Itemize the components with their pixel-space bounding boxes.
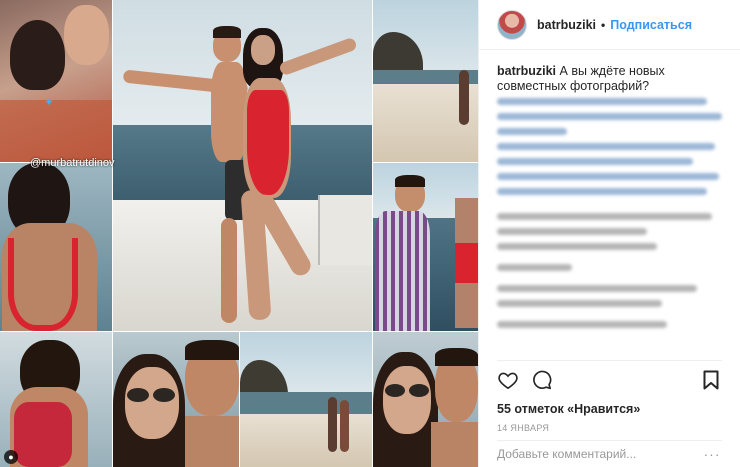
- comment-input[interactable]: [497, 447, 702, 461]
- post-sidebar: batrbuziki • Подписаться batrbuziki А вы…: [478, 0, 740, 467]
- post-header: batrbuziki • Подписаться: [479, 0, 740, 50]
- collage-photo-9: [373, 332, 478, 467]
- blurred-line: [497, 184, 722, 199]
- blurred-comment: [497, 209, 722, 224]
- follow-button[interactable]: Подписаться: [610, 18, 692, 32]
- blurred-line: [497, 154, 722, 169]
- likes-count[interactable]: 55 отметок «Нравится»: [497, 402, 722, 416]
- user-tag-icon[interactable]: ●: [4, 450, 18, 464]
- blurred-comment: [497, 260, 722, 275]
- instagram-post: ✦ @murbatrutdinov ● batrbuziki • Подписа…: [0, 0, 740, 467]
- avatar[interactable]: [497, 9, 527, 40]
- blurred-comment: [497, 224, 722, 239]
- watermark-text: @murbatrutdinov: [30, 157, 115, 169]
- post-actions: 55 отметок «Нравится» 14 ЯНВАРЯ: [497, 360, 722, 433]
- caption-and-comments: batrbuziki А вы ждёте новых совместных ф…: [479, 50, 740, 360]
- heart-icon[interactable]: [497, 369, 519, 391]
- blurred-line: [497, 139, 722, 154]
- butterfly-icon: ✦: [44, 95, 55, 109]
- blurred-line: [497, 169, 722, 184]
- collage-photo-8: [240, 332, 372, 467]
- caption: batrbuziki А вы ждёте новых совместных ф…: [497, 64, 722, 94]
- collage-photo-1: ✦: [0, 0, 112, 162]
- collage-photo-main: [113, 0, 372, 331]
- bookmark-icon[interactable]: [700, 369, 722, 391]
- comment-icon[interactable]: [531, 369, 553, 391]
- separator-dot: •: [601, 17, 606, 32]
- blurred-line: [497, 94, 722, 109]
- blurred-line: [497, 124, 722, 139]
- blurred-line: [497, 109, 722, 124]
- blurred-comment: [497, 239, 722, 254]
- collage-photo-3: [373, 0, 478, 162]
- collage-photo-6: [0, 332, 112, 467]
- comment-bar: ···: [497, 440, 722, 467]
- post-date[interactable]: 14 ЯНВАРЯ: [497, 423, 722, 433]
- collage-photo-7: [113, 332, 239, 467]
- blurred-comment: [497, 281, 722, 296]
- collage-photo-4: [0, 163, 112, 331]
- blurred-comment: [497, 296, 722, 311]
- more-options-icon[interactable]: ···: [702, 446, 722, 462]
- post-photo-collage[interactable]: ✦ @murbatrutdinov ●: [0, 0, 478, 467]
- collage-photo-5: [373, 163, 478, 331]
- blurred-comment: [497, 317, 722, 332]
- caption-username[interactable]: batrbuziki: [497, 64, 556, 78]
- username-link[interactable]: batrbuziki: [537, 18, 596, 32]
